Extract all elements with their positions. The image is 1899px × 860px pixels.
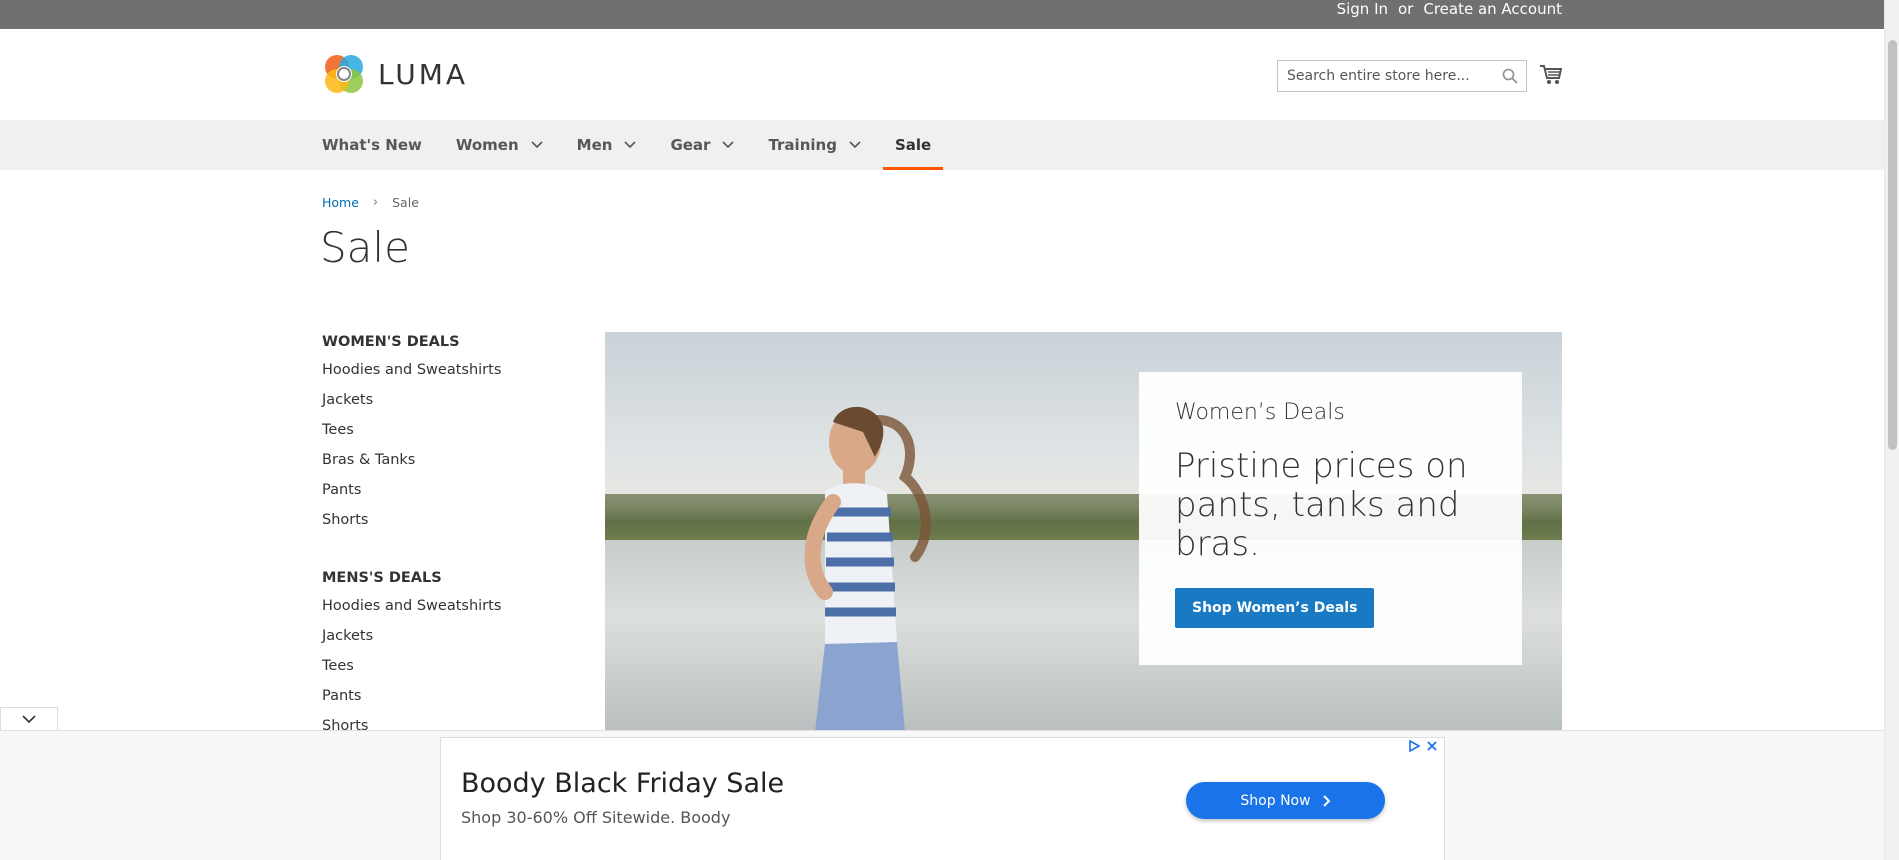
nav-item-training[interactable]: Training — [768, 120, 861, 170]
sidebar-link[interactable]: Hoodies and Sweatshirts — [322, 596, 572, 626]
nav-label: Gear — [670, 136, 711, 154]
page: Sign In or Create an Account LUMA Search… — [0, 0, 1899, 860]
ad-controls — [1408, 740, 1438, 752]
sidebar: WOMEN'S DEALS Hoodies and Sweatshirts Ja… — [322, 330, 572, 772]
nav-item-gear[interactable]: Gear — [670, 120, 735, 170]
breadcrumb: Home › Sale — [322, 195, 419, 210]
logo[interactable]: LUMA — [322, 51, 472, 97]
luma-logo-icon — [325, 55, 363, 93]
chevron-right-icon — [1322, 794, 1330, 807]
nav-item-women[interactable]: Women — [456, 120, 543, 170]
nav-label: Sale — [894, 136, 932, 154]
ad-button-label: Shop Now — [1240, 792, 1311, 809]
sidebar-heading: MENS'S DEALS — [322, 570, 442, 586]
nav-label: Training — [768, 136, 837, 154]
create-account-link[interactable]: Create an Account — [1423, 0, 1562, 18]
promo-eyebrow: Women’s Deals — [1175, 400, 1345, 425]
page-scrollbar[interactable] — [1884, 0, 1899, 860]
breadcrumb-current: Sale — [392, 195, 419, 210]
breadcrumb-separator: › — [372, 195, 379, 210]
promo-card: Women’s Deals Pristine prices on pants, … — [1139, 372, 1522, 665]
ad-choices-icon[interactable] — [1408, 740, 1420, 752]
search-icon[interactable] — [1502, 68, 1518, 84]
sidebar-link[interactable]: Jackets — [322, 626, 572, 656]
breadcrumb-home-link[interactable]: Home — [322, 195, 359, 210]
hero-banner[interactable]: Women’s Deals Pristine prices on pants, … — [605, 332, 1562, 732]
chevron-down-icon — [722, 141, 735, 149]
nav-item-sale[interactable]: Sale — [882, 120, 944, 170]
runner-image — [804, 406, 931, 732]
nav-label: Women — [455, 136, 519, 154]
ad-collapse-toggle[interactable] — [0, 707, 58, 731]
sidebar-section-women: WOMEN'S DEALS Hoodies and Sweatshirts Ja… — [322, 330, 572, 540]
top-bar: Sign In or Create an Account — [0, 0, 1884, 29]
sidebar-link[interactable]: Shorts — [322, 510, 572, 540]
chevron-down-icon — [22, 715, 36, 724]
nav-label: Men — [576, 136, 613, 154]
cart-icon[interactable] — [1539, 64, 1563, 86]
account-links: Sign In or Create an Account — [1337, 0, 1562, 18]
nav-items: What's New Women Men Gear Training Sale — [322, 120, 977, 170]
logo-text: LUMA — [378, 57, 469, 91]
ad-subtitle: Shop 30-60% Off Sitewide. Boody — [461, 808, 731, 827]
nav-label: What's New — [322, 136, 422, 154]
chevron-down-icon — [849, 141, 861, 149]
or-text: or — [1398, 0, 1414, 18]
sidebar-heading: WOMEN'S DEALS — [322, 334, 460, 350]
chevron-down-icon — [624, 141, 637, 149]
ad-title: Boody Black Friday Sale — [461, 768, 785, 799]
nav-item-whats-new[interactable]: What's New — [322, 120, 422, 170]
promo-headline: Pristine prices on pants, tanks and bras… — [1175, 446, 1468, 564]
chevron-down-icon — [531, 141, 543, 149]
sidebar-link[interactable]: Hoodies and Sweatshirts — [322, 360, 572, 390]
scrollbar-thumb[interactable] — [1888, 40, 1897, 450]
sidebar-link[interactable]: Pants — [322, 686, 572, 716]
ad-shop-now-button[interactable]: Shop Now — [1186, 782, 1385, 819]
sidebar-link[interactable]: Tees — [322, 656, 572, 686]
sidebar-section-men: MENS'S DEALS Hoodies and Sweatshirts Jac… — [322, 566, 572, 746]
sidebar-link[interactable]: Jackets — [322, 390, 572, 420]
main-nav: What's New Women Men Gear Training Sale — [0, 120, 1884, 170]
close-icon[interactable] — [1426, 740, 1438, 752]
ad-card[interactable]: Boody Black Friday Sale Shop 30-60% Off … — [440, 737, 1445, 860]
sidebar-link[interactable]: Pants — [322, 480, 572, 510]
search-input[interactable] — [1287, 68, 1497, 84]
ad-bar: Boody Black Friday Sale Shop 30-60% Off … — [0, 730, 1884, 860]
sidebar-link[interactable]: Bras & Tanks — [322, 450, 572, 480]
sidebar-link[interactable]: Tees — [322, 420, 572, 450]
page-title: Sale — [320, 223, 410, 272]
nav-item-men[interactable]: Men — [577, 120, 637, 170]
shop-womens-deals-button[interactable]: Shop Women’s Deals — [1175, 588, 1375, 628]
search-box[interactable] — [1277, 60, 1527, 92]
sign-in-link[interactable]: Sign In — [1337, 0, 1388, 18]
